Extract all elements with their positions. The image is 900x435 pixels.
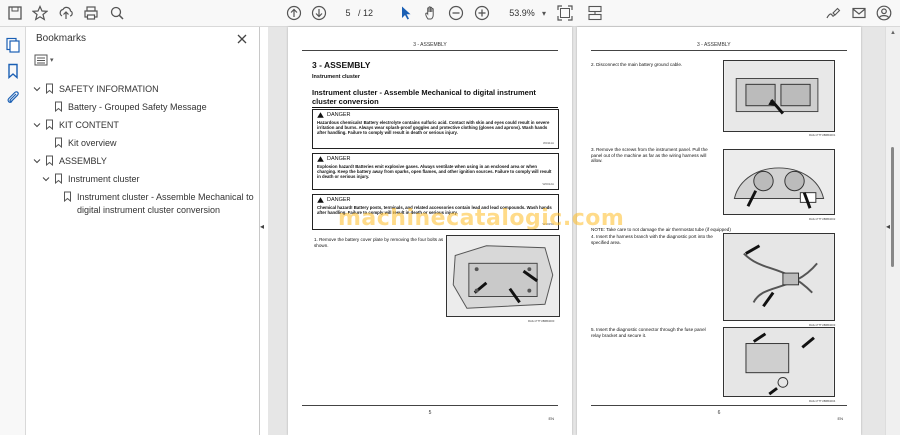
page-header: 3 - ASSEMBLY [413,42,447,48]
collapse-panel-icon[interactable]: ◂ [260,222,268,232]
bookmark-item-battery-safety[interactable]: Battery - Grouped Safety Message [26,101,260,113]
step-text: 5. Insert the diagnostic connector throu… [591,327,706,338]
footer-rule [302,405,558,406]
bookmarks-title: Bookmarks [36,33,87,44]
step-text: 1. Remove the battery cover plate by rem… [314,237,444,248]
scrollbar-thumb[interactable] [891,147,894,267]
zoom-level-input[interactable]: 53.9% [500,4,544,22]
danger-box: DANGER Explosion hazard! Batteries emit … [312,153,559,190]
bookmark-icon [46,155,53,166]
scroll-up-icon[interactable]: ▲ [890,30,896,36]
header-rule [591,50,847,51]
page-down-icon[interactable] [310,4,328,22]
warning-icon [317,112,324,118]
page-header: 3 - ASSEMBLY [697,42,731,48]
bookmark-item-assembly[interactable]: ASSEMBLY [26,155,260,167]
left-rail [0,27,26,435]
figure-caption: RAIL17TTUB6B4000 [528,319,555,323]
step-text: 4. Insert the harness branch with the di… [591,234,713,245]
mail-icon[interactable] [850,4,868,22]
bookmark-item-instrument-cluster[interactable]: Instrument cluster [26,173,260,185]
bookmark-item-safety-information[interactable]: SAFETY INFORMATION [26,83,260,95]
print-icon[interactable] [82,4,100,22]
zoom-dropdown-icon[interactable]: ▾ [542,4,546,22]
zoom-in-icon[interactable] [473,4,491,22]
page-number: 5 [428,410,432,416]
page-total: / 12 [358,8,374,18]
sign-icon[interactable] [824,4,842,22]
figure-caption: RAIL17TTUB6B4002 [809,217,836,221]
bookmark-star-icon[interactable] [31,4,49,22]
header-rule [302,50,558,51]
page-number-input[interactable]: 5 [338,4,358,22]
attachments-icon[interactable] [5,89,21,105]
footer-rule [591,405,847,406]
fit-page-icon[interactable] [556,4,574,22]
bookmark-item-assemble-conversion[interactable]: Instrument cluster - Assemble Mechanical… [26,191,260,217]
pages-thumbnail-icon[interactable] [5,37,21,53]
bookmark-icon [46,83,53,94]
hand-icon[interactable] [422,4,440,22]
top-toolbar: 5 / 12 53.9% ▾ [0,0,900,27]
chevron-down-icon [33,159,41,164]
select-cursor-icon[interactable] [397,4,415,22]
zoom-out-icon[interactable] [447,4,465,22]
figure-caption: RAIL17TTUB6B4004 [809,399,836,403]
bookmark-icon [55,137,62,148]
chevron-down-icon [42,177,50,182]
warning-icon [317,156,324,162]
language-code: EN [548,416,554,421]
step-text: 3. Remove the screws from the instrument… [591,147,708,163]
chevron-down-icon: ▾ [50,57,54,64]
danger-box: DANGER Hazardous chemicals! Battery elec… [312,109,559,149]
bookmark-options-button[interactable]: ▾ [34,53,60,67]
document-page-6: 3 - ASSEMBLY 2. Disconnect the main batt… [577,27,861,435]
save-icon[interactable] [6,4,24,22]
warning-icon [317,197,324,203]
scroll-mode-icon[interactable] [586,4,604,22]
bookmark-icon [46,119,53,130]
bookmark-icon [55,173,62,184]
bookmark-item-kit-overview[interactable]: Kit overview [26,137,260,149]
bookmark-icon [55,101,62,112]
zoom-search-icon[interactable] [108,4,126,22]
bookmark-item-kit-content[interactable]: KIT CONTENT [26,119,260,131]
language-code: EN [837,416,843,421]
illustration-battery-cover [446,235,560,317]
close-icon[interactable] [236,32,248,44]
illustration-instrument-panel [723,149,835,215]
illustration-battery-ground [723,60,835,132]
illustration-diagnostic-connector [723,327,835,397]
step-text: 2. Disconnect the main battery ground ca… [591,62,683,67]
page-up-icon[interactable] [285,4,303,22]
section-title: 3 - ASSEMBLY [312,60,371,70]
upload-icon[interactable] [57,4,75,22]
chevron-down-icon [33,123,41,128]
page-number: 6 [717,410,721,416]
expand-right-panel-icon[interactable]: ◂ [886,222,894,232]
bookmarks-panel: Bookmarks ▾ SAFETY INFORMATION Battery -… [26,27,260,435]
document-page-5: 3 - ASSEMBLY 3 - ASSEMBLY Instrument clu… [288,27,572,435]
account-icon[interactable] [875,4,893,22]
title-rule [312,107,558,108]
bookmarks-panel-icon[interactable] [5,63,21,80]
subsection-title: Instrument cluster [312,74,360,80]
bookmark-icon [64,191,71,202]
procedure-title: Instrument cluster - Assemble Mechanical… [312,88,536,106]
watermark-text: machinecatalogic.com [338,206,625,231]
chevron-down-icon [33,87,41,92]
illustration-harness-branch [723,233,835,321]
figure-caption: RAIL17TTUB6B4001 [809,133,836,137]
